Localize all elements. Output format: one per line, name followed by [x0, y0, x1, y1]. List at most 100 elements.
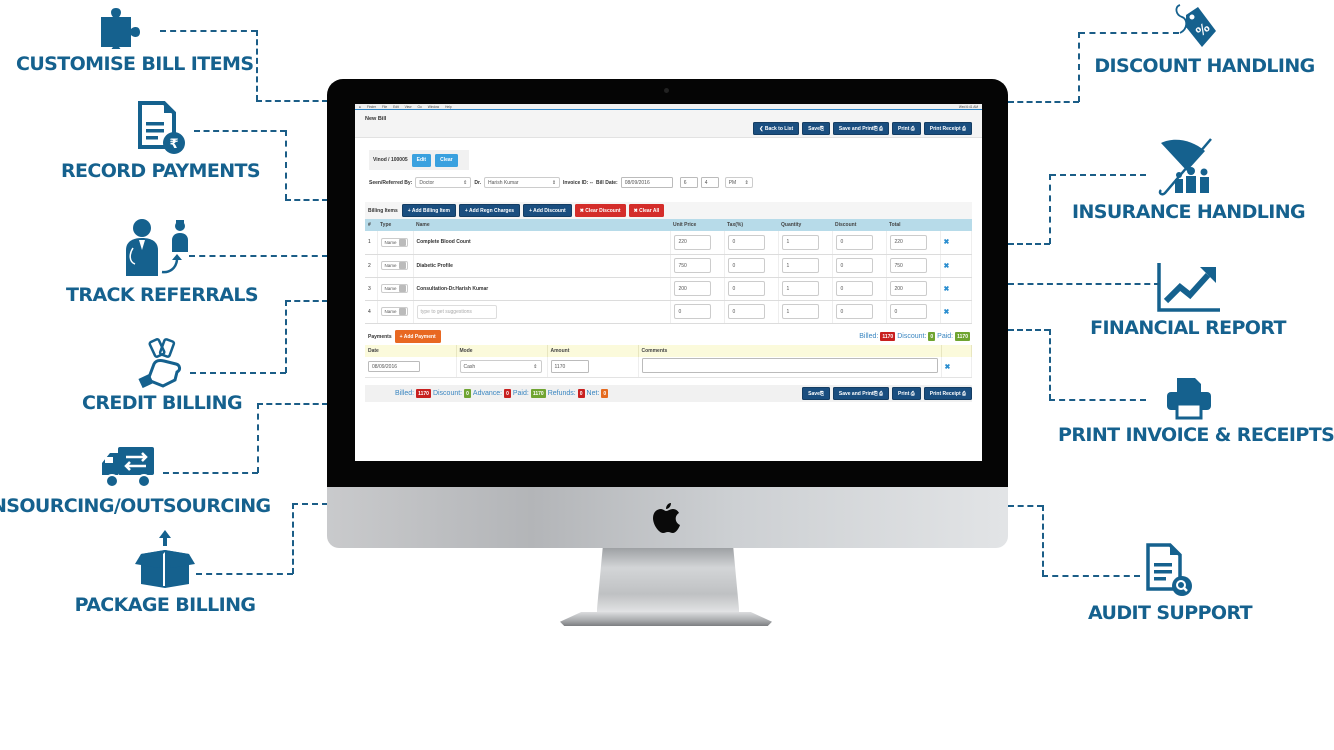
discount-input[interactable]: 0: [835, 304, 873, 319]
column-header-actions: [940, 219, 972, 231]
type-select[interactable]: Name: [380, 261, 408, 270]
doctor-select[interactable]: Harish Kumar ⇕: [484, 177, 561, 188]
type-select[interactable]: Name: [380, 307, 408, 316]
menu-item[interactable]: Help: [445, 105, 452, 109]
total-input[interactable]: 200: [889, 281, 927, 296]
add-payment-button[interactable]: + Add Payment: [394, 330, 441, 343]
billing-items-label: Billing Items: [368, 207, 398, 214]
paid-badge: 1170: [530, 389, 546, 398]
delete-row-icon[interactable]: ✖: [944, 309, 950, 316]
add-regn-charges-button[interactable]: + Add Regn Charges: [458, 204, 521, 217]
type-select[interactable]: Name: [380, 284, 408, 293]
svg-text:₹: ₹: [169, 137, 178, 152]
connector-line: [1008, 283, 1160, 285]
payments-table: Date Mode Amount Comments 08/09/2016 Cas…: [365, 345, 972, 378]
minute-input[interactable]: 4: [700, 177, 719, 188]
save-and-print-button[interactable]: Save and Print⎘ ⎙: [832, 387, 889, 400]
payment-mode-select[interactable]: Cash ⇕: [459, 360, 542, 374]
print-button[interactable]: Print ⎙: [891, 122, 921, 135]
advance-badge: 0: [504, 389, 511, 398]
connector-line: [285, 199, 328, 201]
quantity-input[interactable]: 1: [781, 304, 819, 319]
ampm-select[interactable]: PM ⇕: [724, 177, 753, 188]
paid-label: Paid:: [512, 390, 529, 397]
menu-item[interactable]: File: [382, 105, 387, 109]
add-billing-item-button[interactable]: + Add Billing Item: [401, 204, 456, 217]
feature-label: CREDIT BILLING: [82, 392, 243, 414]
save-and-print-button[interactable]: Save and Print⎘ ⎙: [832, 122, 889, 135]
menu-item[interactable]: View: [405, 105, 412, 109]
tax-input[interactable]: 0: [727, 304, 765, 319]
quantity-input[interactable]: 1: [781, 234, 819, 250]
unit-price-input[interactable]: 0: [673, 304, 711, 319]
clear-patient-button[interactable]: Clear: [435, 153, 458, 167]
print-receipt-button[interactable]: Print Receipt ⎙: [923, 122, 972, 135]
tax-input[interactable]: 0: [727, 281, 765, 296]
feature-label: DISCOUNT HANDLING: [1094, 55, 1315, 77]
tax-input[interactable]: 0: [727, 234, 765, 250]
edit-patient-button[interactable]: Edit: [411, 153, 432, 167]
seen-referred-select[interactable]: Doctor ⇕: [415, 177, 472, 188]
payment-comments-input[interactable]: [641, 358, 938, 374]
monitor-stand-base: [560, 612, 772, 626]
print-receipt-button[interactable]: Print Receipt ⎙: [923, 387, 972, 400]
menu-item[interactable]: Finder: [367, 105, 376, 109]
table-header-row: Date Mode Amount Comments: [365, 345, 972, 357]
payment-amount-input[interactable]: 1170: [550, 360, 589, 374]
connector-line: [257, 403, 328, 405]
seen-referred-label: Seen/Referred By:: [369, 179, 413, 186]
feature-label: PACKAGE BILLING: [74, 594, 256, 616]
save-button[interactable]: Save⎘: [802, 122, 830, 135]
unit-price-input[interactable]: 200: [673, 281, 711, 296]
menu-item[interactable]: Window: [428, 105, 439, 109]
save-button[interactable]: Save⎘: [802, 387, 830, 400]
connector-line: [163, 472, 258, 474]
select-arrows-icon: ⇕: [533, 363, 538, 370]
menu-item[interactable]: Edit: [393, 105, 399, 109]
connector-line: [189, 255, 328, 257]
discount-input[interactable]: 0: [835, 258, 873, 273]
tax-input[interactable]: 0: [727, 258, 765, 273]
doctor-value: Harish Kumar: [488, 179, 519, 186]
billing-items-section: Billing Items + Add Billing Item + Add R…: [365, 202, 972, 324]
hour-input[interactable]: 6: [679, 177, 698, 188]
delete-row-icon[interactable]: ✖: [944, 286, 950, 293]
select-arrows-icon: [398, 262, 406, 269]
column-header: Tax(%): [724, 219, 778, 231]
apple-menu-icon[interactable]: ●: [359, 105, 361, 109]
connector-line: [1008, 329, 1050, 331]
unit-price-input[interactable]: 220: [673, 234, 711, 250]
quantity-input[interactable]: 1: [781, 281, 819, 296]
delete-payment-icon[interactable]: ✖: [945, 364, 951, 371]
feature-audit-support: AUDIT SUPPORT: [1080, 542, 1260, 624]
total-input[interactable]: 220: [889, 234, 927, 250]
table-row: 1 Name Complete Blood Count 220 0 1 0 22…: [365, 231, 972, 255]
billed-badge: 1170: [880, 332, 896, 341]
billed-label: Billed:: [395, 390, 415, 397]
menu-item[interactable]: Go: [417, 105, 421, 109]
total-input[interactable]: 0: [889, 304, 927, 319]
feature-label: AUDIT SUPPORT: [1087, 602, 1253, 624]
type-select[interactable]: Name: [380, 237, 408, 247]
total-input[interactable]: 750: [889, 258, 927, 273]
connector-line: [160, 30, 257, 32]
row-number: 2: [365, 254, 378, 278]
quantity-input[interactable]: 1: [781, 258, 819, 273]
discount-input[interactable]: 0: [835, 234, 873, 250]
print-button[interactable]: Print ⎙: [891, 387, 921, 400]
discount-input[interactable]: 0: [835, 281, 873, 296]
table-header-row: # Type Name Unit Price Tax(%) Quantity D…: [365, 219, 972, 231]
delete-row-icon[interactable]: ✖: [944, 263, 950, 270]
back-to-list-button[interactable]: ❮ Back to List: [753, 122, 800, 135]
clear-discount-button[interactable]: ✖ Clear Discount: [574, 204, 626, 217]
item-name-input[interactable]: type to get suggestions: [416, 304, 497, 319]
add-discount-button[interactable]: + Add Discount: [523, 204, 572, 217]
column-header: Total: [886, 219, 940, 231]
delete-row-icon[interactable]: ✖: [944, 239, 950, 246]
bill-date-input[interactable]: 08/09/2016: [620, 177, 673, 188]
payment-date-input[interactable]: 08/09/2016: [368, 361, 420, 373]
type-value: Name: [384, 286, 397, 291]
connector-line: [1008, 101, 1079, 103]
unit-price-input[interactable]: 750: [673, 258, 711, 273]
clear-all-button[interactable]: ✖ Clear All: [628, 204, 665, 217]
